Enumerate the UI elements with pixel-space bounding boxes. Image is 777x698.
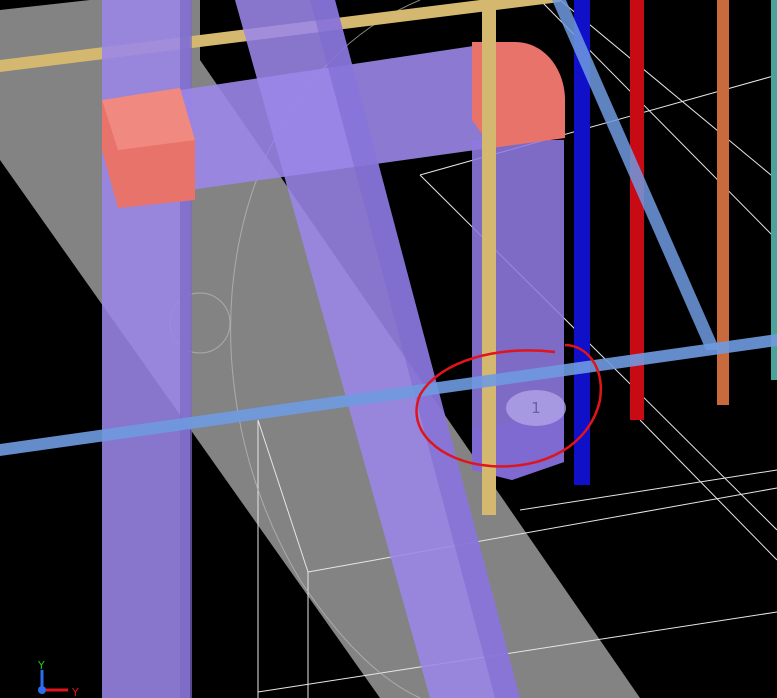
pipe-cyan-edge[interactable] xyxy=(771,0,777,380)
axis-label-horizontal: Y xyxy=(71,686,79,698)
model-canvas[interactable]: 1 Y Y xyxy=(0,0,777,698)
3d-viewport[interactable]: 1 Y Y xyxy=(0,0,777,698)
marker-label: 1 xyxy=(531,399,541,417)
element-marker[interactable]: 1 xyxy=(506,390,566,426)
axis-label-vertical: Y xyxy=(37,659,45,672)
pipe-yellow-vertical[interactable] xyxy=(482,0,496,515)
axis-triad: Y Y xyxy=(37,659,79,698)
